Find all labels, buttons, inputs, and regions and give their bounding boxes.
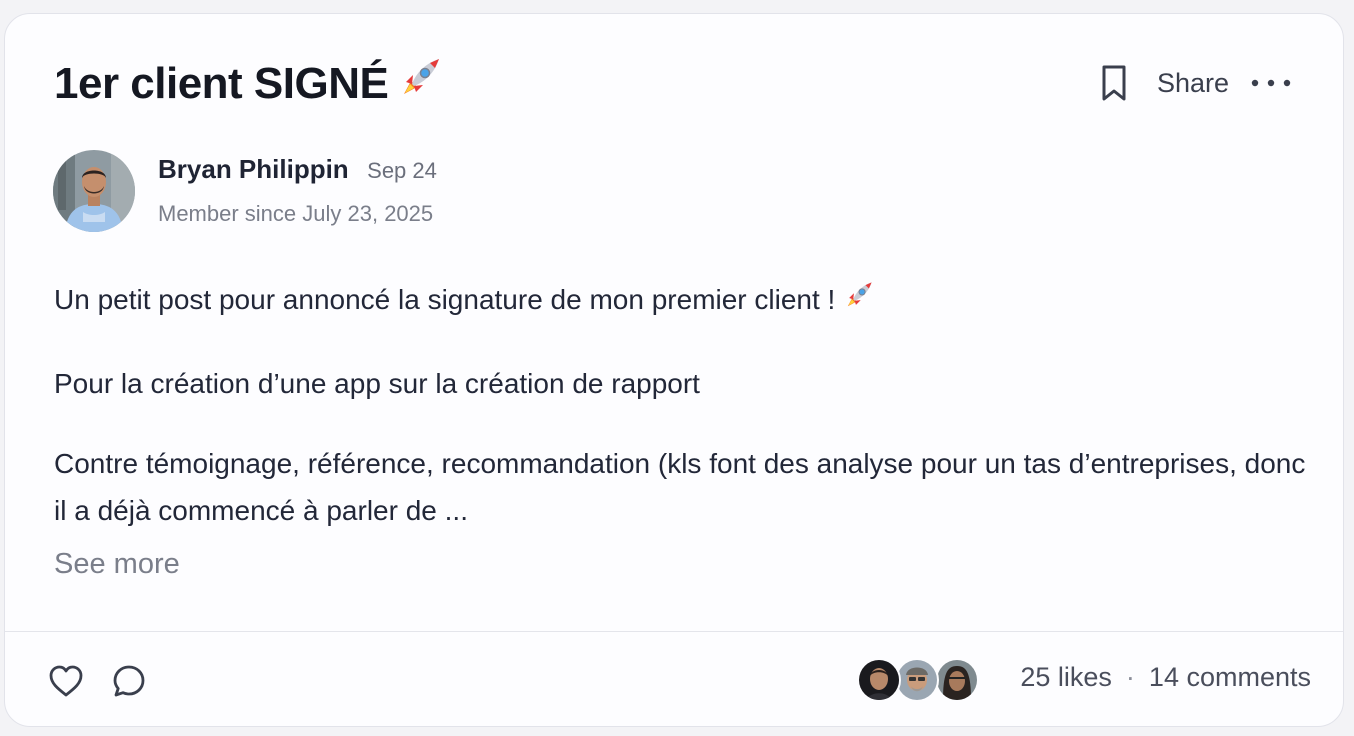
likes-count[interactable]: 25 likes — [1020, 662, 1112, 692]
post-paragraph: Contre témoignage, référence, recommanda… — [54, 448, 1306, 526]
divider — [5, 631, 1343, 632]
post-title: 1er client SIGNÉ — [54, 59, 389, 108]
post-paragraph-text: Un petit post pour annoncé la signature … — [54, 284, 836, 315]
author-avatar[interactable] — [53, 150, 135, 232]
stats-separator: · — [1125, 662, 1135, 692]
liker-avatar — [857, 658, 901, 702]
liker-avatar — [935, 658, 979, 702]
share-button[interactable]: Share — [1157, 68, 1229, 99]
liker-avatar — [895, 658, 939, 702]
heart-icon[interactable] — [47, 663, 85, 699]
more-horizontal-icon[interactable] — [1251, 77, 1291, 89]
author-line: Bryan Philippin Sep 24 — [158, 154, 437, 185]
post-actions: Share — [1097, 61, 1291, 105]
post-body: Un petit post pour annoncé la signature … — [54, 276, 1314, 567]
member-since: Member since July 23, 2025 — [158, 201, 434, 226]
author-name[interactable]: Bryan Philippin — [158, 154, 349, 184]
post-date: Sep 24 — [367, 158, 437, 183]
post-title-row: 1er client SIGNÉ — [54, 54, 444, 119]
rocket-emoji-icon — [841, 279, 875, 327]
post-card: 1er client SIGNÉ Share Bryan Philippin S… — [4, 13, 1344, 727]
comment-bubble-icon[interactable] — [110, 662, 148, 700]
rocket-emoji-icon — [394, 54, 444, 119]
engagement-stats: 25 likes · 14 comments — [1020, 662, 1311, 693]
comments-count[interactable]: 14 comments — [1149, 662, 1311, 692]
bookmark-icon[interactable] — [1097, 63, 1131, 103]
post-paragraph: Pour la création d’une app sur la créati… — [54, 368, 700, 399]
post-paragraph: Un petit post pour annoncé la signature … — [54, 276, 1314, 327]
see-more-link[interactable]: See more — [54, 548, 180, 581]
